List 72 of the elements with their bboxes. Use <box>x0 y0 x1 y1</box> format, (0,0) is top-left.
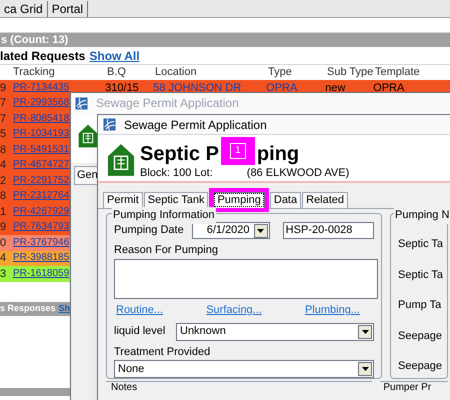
table-cell-text: 0 <box>0 236 8 250</box>
table-cell-text: 4 <box>0 251 8 266</box>
group-legend: Pumper Pr <box>380 381 448 394</box>
field-label: Treatment Provided <box>114 344 212 360</box>
dropdown-caret-icon[interactable] <box>358 362 372 376</box>
callout-badge: 1 <box>220 137 255 165</box>
field-label: Septic Ta <box>398 268 444 282</box>
table-cell-text: OPRA <box>373 80 406 95</box>
table-cell-text: 8 <box>0 189 8 204</box>
table-cell-text: 7 <box>0 96 8 110</box>
globe-icon <box>103 118 116 131</box>
house-logo-icon <box>107 143 135 177</box>
window-title: Sewage Permit Application <box>96 95 239 112</box>
tab[interactable]: Data <box>270 192 302 208</box>
tab[interactable]: Permit <box>103 192 143 208</box>
field-label: Pump Ta <box>398 298 442 313</box>
field-label: Seepage <box>398 359 444 374</box>
dropdown[interactable]: Unknown <box>176 322 374 340</box>
globe-icon <box>75 96 88 110</box>
table-cell-text: 2 <box>0 174 8 188</box>
table-cell-text: 5 <box>0 127 8 142</box>
section-bar <box>0 388 70 396</box>
group-legend: Notes <box>106 381 372 394</box>
field-label: Septic Ta <box>398 237 444 252</box>
count-bar: s (Count: 13) <box>0 33 450 47</box>
group-legend: Pumping N <box>394 207 450 224</box>
field-label: liquid level <box>114 324 166 340</box>
tab[interactable]: Pumping <box>213 192 265 208</box>
column-header[interactable]: Location <box>155 64 268 81</box>
table-cell-text: 8 <box>0 142 8 157</box>
table-cell-text: 310/15 <box>105 80 140 95</box>
tracking-link[interactable]: PR-3988185 <box>13 251 70 266</box>
dropdown-caret-icon[interactable] <box>254 224 268 238</box>
tracking-link[interactable]: PR-1618059 <box>13 266 70 281</box>
page-heading: Septic P <box>140 143 219 165</box>
window-title: Sewage Permit Application <box>124 116 267 134</box>
table-cell-text: new <box>325 80 346 95</box>
link[interactable]: Plumbing... <box>304 302 360 318</box>
table-cell-text: 7 <box>0 112 8 126</box>
column-header[interactable]: Template <box>375 64 435 81</box>
table-cell-text: OPRA <box>266 80 298 95</box>
app-tab[interactable]: ca Grid <box>0 1 48 17</box>
page-heading: ping <box>256 143 300 165</box>
column-header[interactable]: B.Q <box>107 64 155 81</box>
table-cell-text: 1 <box>0 204 8 219</box>
column-header[interactable]: Tracking <box>13 64 107 81</box>
app-tab[interactable]: Portal <box>48 1 88 17</box>
table-cell-text: 9 <box>0 80 8 95</box>
tracking-link[interactable]: PR-3767946 <box>13 236 70 250</box>
tab[interactable]: Related <box>302 192 348 208</box>
field-label: Pumping Date <box>114 223 184 238</box>
link[interactable]: Surfacing... <box>206 302 262 318</box>
dropdown[interactable]: None <box>114 360 374 378</box>
tab[interactable]: Septic Tank <box>144 192 208 208</box>
text-area[interactable] <box>114 258 378 299</box>
table-cell-text: 3 <box>0 266 8 281</box>
link[interactable]: Routine... <box>116 302 164 318</box>
date-picker[interactable]: 6/1/2020 <box>192 222 270 239</box>
field-label: Seepage <box>398 328 444 344</box>
address-text: (86 ELKWOOD AVE) <box>246 166 350 181</box>
input-field[interactable]: HSP-20-0028 <box>282 222 374 239</box>
column-header[interactable]: Sub Type <box>327 64 375 81</box>
block-lot-text: Block: 100 Lot: <box>140 166 213 181</box>
table-cell-text: 9 <box>0 220 8 234</box>
column-header[interactable]: Type <box>268 64 327 81</box>
dropdown-caret-icon[interactable] <box>358 324 372 338</box>
show-all-link[interactable]: Show All <box>89 47 140 65</box>
section-title: s Responses <box>0 302 56 315</box>
field-label: Reason For Pumping <box>114 243 219 258</box>
table-cell-text: 4 <box>0 158 8 172</box>
section-title: lated Requests <box>0 48 86 65</box>
group-legend: Pumping Information <box>112 207 216 224</box>
